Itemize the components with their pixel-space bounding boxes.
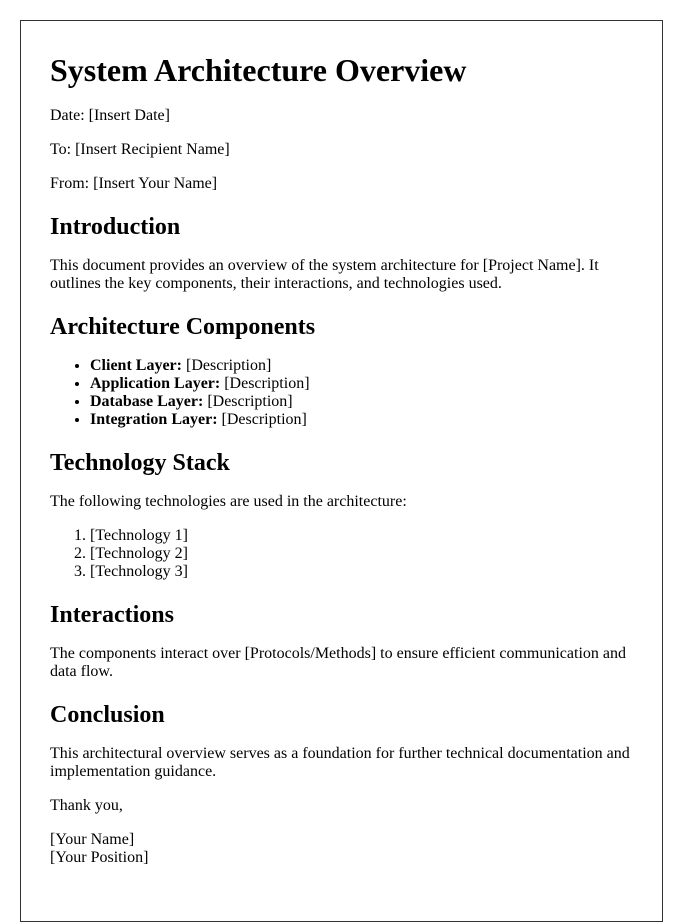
- interactions-text: The components interact over [Protocols/…: [50, 645, 626, 680]
- introduction-heading: Introduction: [50, 214, 181, 240]
- list-item: Client Layer: [Description]: [90, 357, 633, 375]
- list-item: Integration Layer: [Description]: [90, 411, 633, 429]
- list-item: Database Layer: [Description]: [90, 393, 633, 411]
- list-item: [Technology 1]: [90, 527, 633, 545]
- technology-list: [Technology 1] [Technology 2] [Technolog…: [50, 527, 633, 581]
- introduction-text: This document provides an overview of th…: [50, 257, 599, 292]
- technology-text: The following technologies are used in t…: [50, 493, 407, 510]
- component-label: Application Layer:: [90, 375, 221, 392]
- technology-heading: Technology Stack: [50, 450, 230, 476]
- component-desc: [Description]: [181, 357, 272, 374]
- component-label: Client Layer:: [90, 357, 182, 374]
- component-label: Database Layer:: [90, 393, 204, 410]
- component-label: Integration Layer:: [90, 411, 218, 428]
- list-item: [Technology 3]: [90, 563, 633, 581]
- signature-name: [Your Name]: [50, 831, 135, 848]
- signature-block: [Your Name] [Your Position]: [50, 831, 633, 867]
- closing-thanks: Thank you,: [50, 797, 123, 814]
- list-item: Application Layer: [Description]: [90, 375, 633, 393]
- signature-position: [Your Position]: [50, 849, 149, 866]
- to-line: To: [Insert Recipient Name]: [50, 141, 230, 158]
- document-page: System Architecture Overview Date: [Inse…: [20, 20, 663, 922]
- conclusion-heading: Conclusion: [50, 702, 165, 728]
- component-desc: [Description]: [217, 411, 307, 428]
- document-title: System Architecture Overview: [50, 52, 467, 88]
- components-heading: Architecture Components: [50, 314, 316, 340]
- components-list: Client Layer: [Description] Application …: [50, 357, 633, 429]
- component-desc: [Description]: [220, 375, 310, 392]
- component-desc: [Description]: [203, 393, 293, 410]
- date-line: Date: [Insert Date]: [50, 107, 170, 124]
- from-line: From: [Insert Your Name]: [50, 175, 218, 192]
- conclusion-text: This architectural overview serves as a …: [50, 745, 630, 780]
- list-item: [Technology 2]: [90, 545, 633, 563]
- interactions-heading: Interactions: [50, 602, 174, 628]
